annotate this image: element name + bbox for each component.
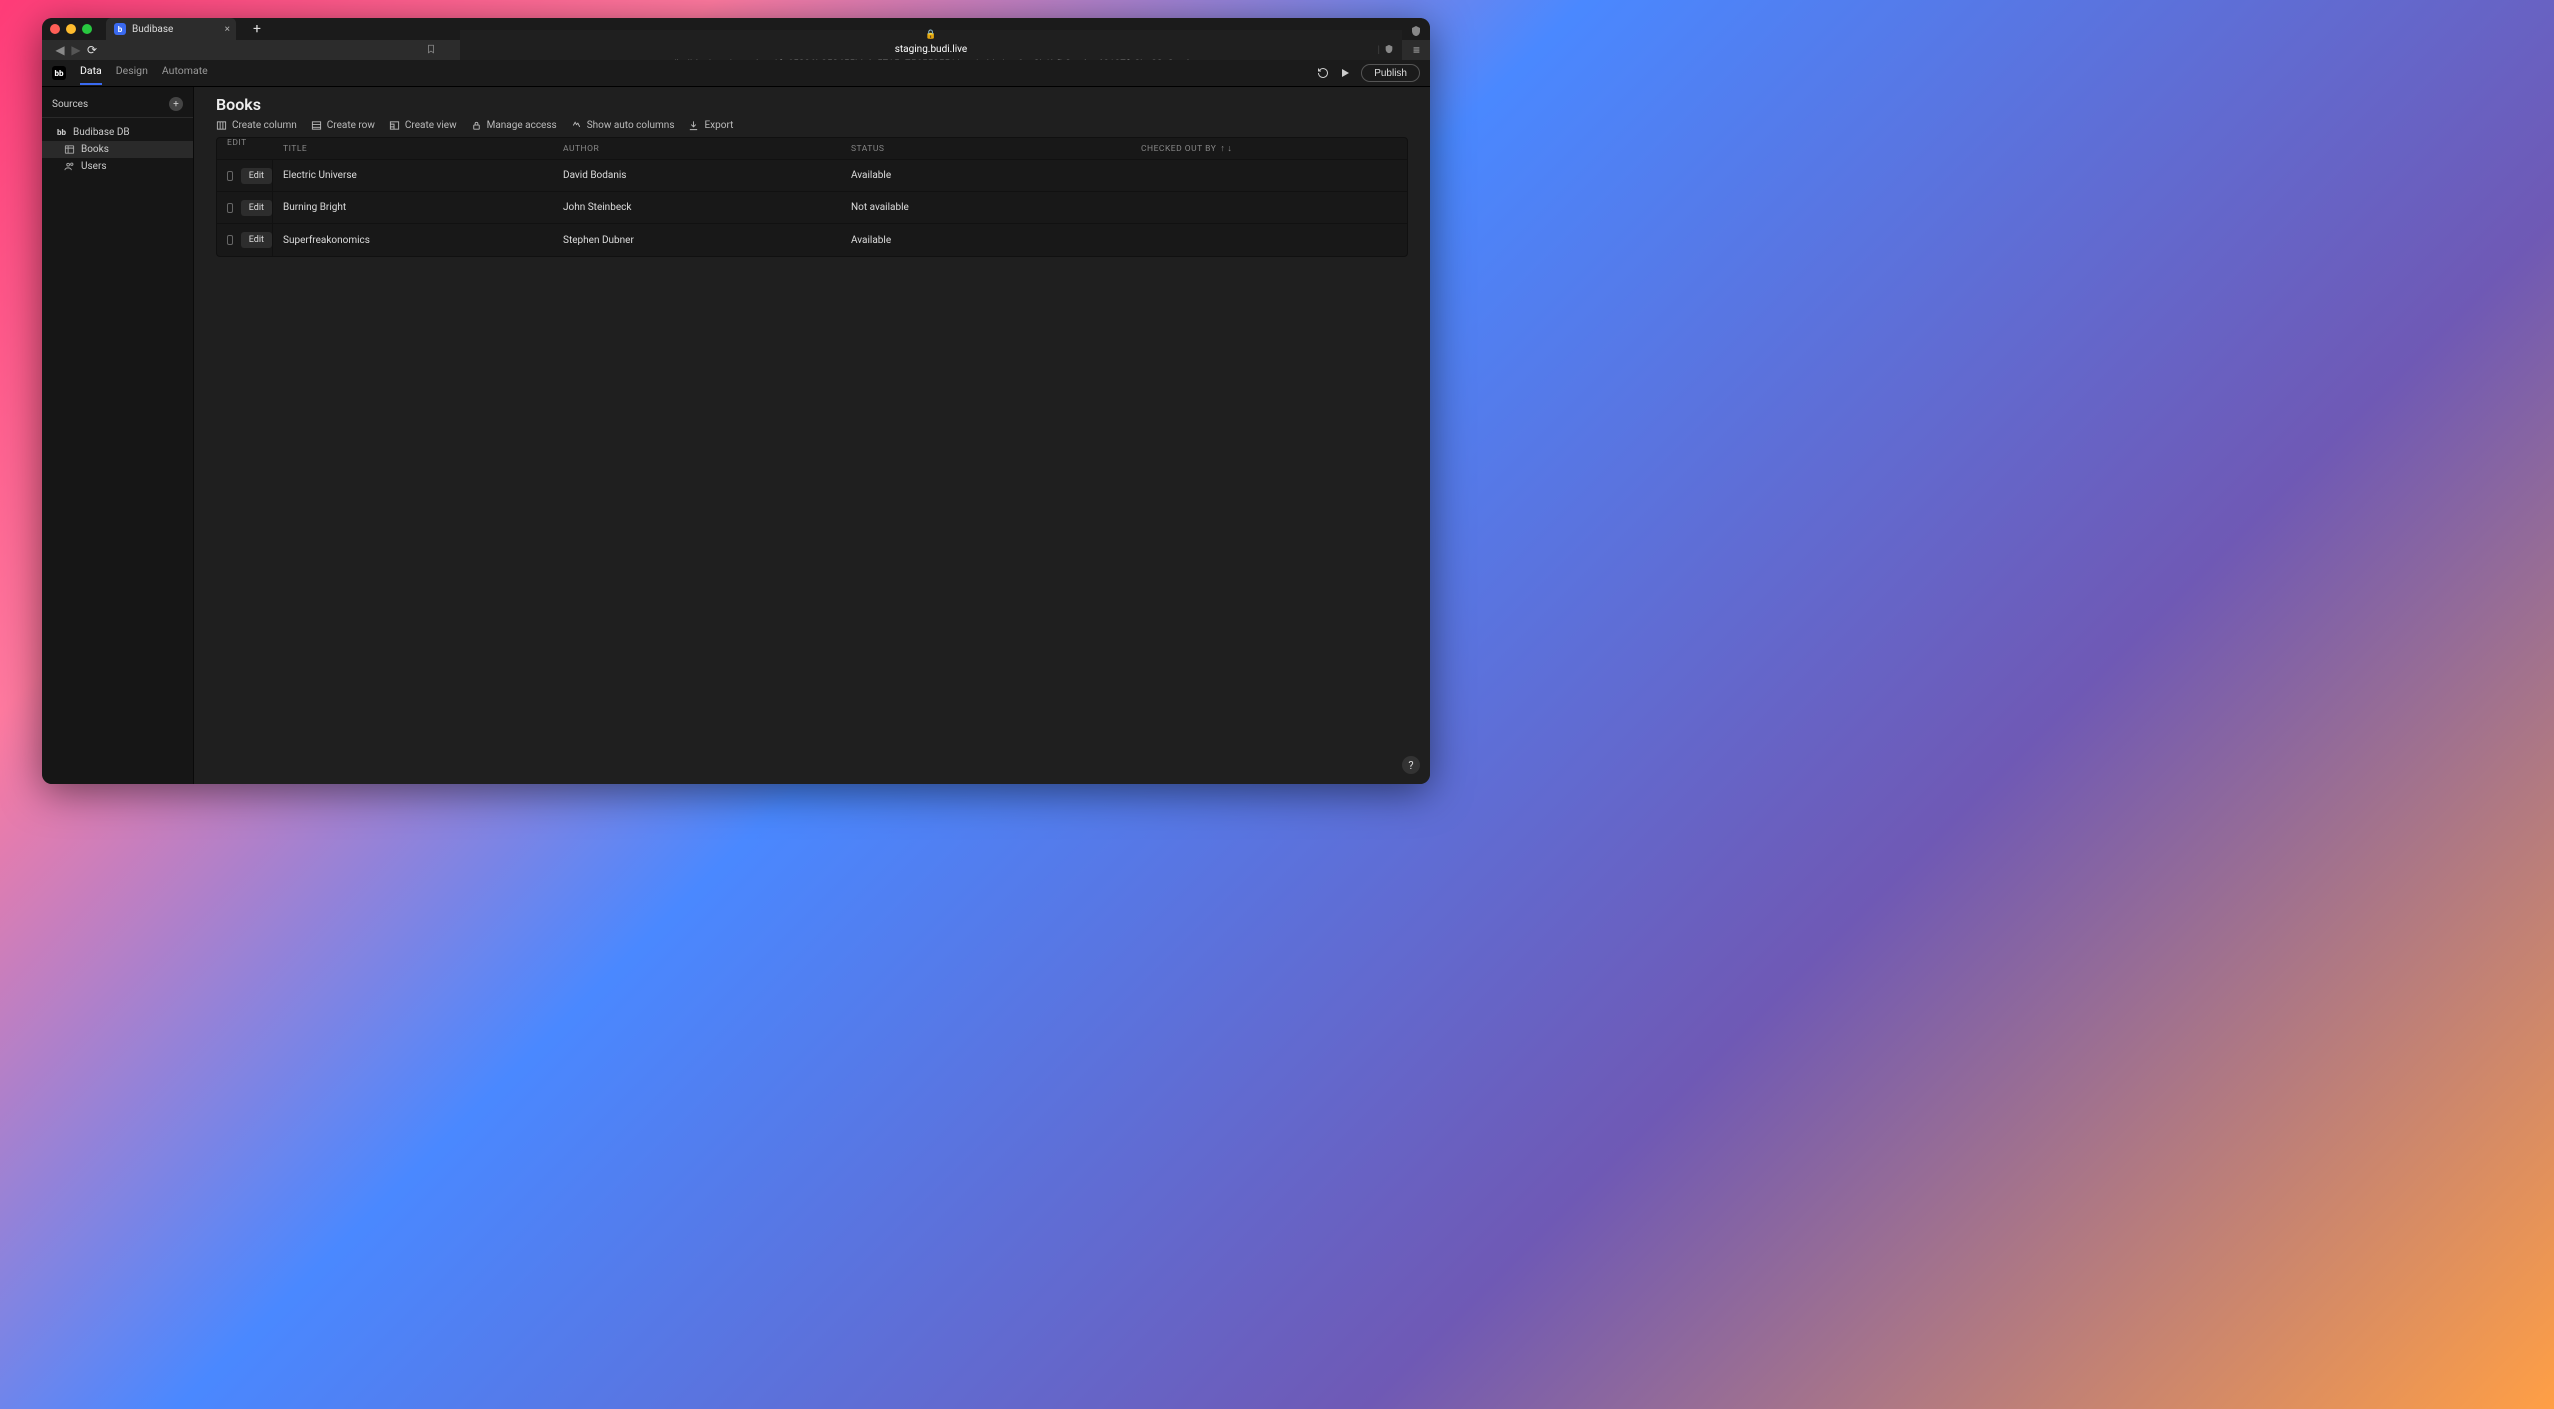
new-tab-button[interactable]: +: [248, 21, 266, 37]
users-icon: [64, 161, 75, 172]
tab-title: Budibase: [132, 24, 173, 35]
shield-extension-icon[interactable]: [1410, 22, 1422, 34]
show-auto-columns-button[interactable]: Show auto columns: [571, 120, 675, 131]
content: Books Create column Create row Create vi…: [194, 87, 1430, 784]
source-label: Budibase DB: [73, 127, 130, 138]
browser-menu-button[interactable]: ≡: [1413, 43, 1420, 57]
edit-row-button[interactable]: Edit: [241, 200, 272, 216]
cell-author: Stephen Dubner: [563, 235, 851, 246]
manage-access-button[interactable]: Manage access: [471, 120, 557, 131]
publish-button[interactable]: Publish: [1361, 64, 1420, 82]
table-label: Users: [81, 161, 107, 172]
edit-row-button[interactable]: Edit: [241, 232, 272, 248]
app-logo-icon[interactable]: bb: [52, 66, 66, 80]
data-table: Edit Title Author Status Checked out by …: [216, 137, 1408, 257]
url-host: staging.budi.live: [895, 44, 967, 55]
cell-title: Electric Universe: [273, 170, 563, 181]
create-view-button[interactable]: Create view: [389, 120, 457, 131]
table-item-books[interactable]: Books: [42, 141, 193, 158]
url-bar: ◀ ▶ ⟳ 🔒 staging.budi.live/builder/app/ap…: [42, 40, 1430, 60]
cell-title: Superfreakonomics: [273, 235, 563, 246]
col-author[interactable]: Author: [563, 144, 851, 154]
export-button[interactable]: Export: [688, 120, 733, 131]
cell-author: David Bodanis: [563, 170, 851, 181]
play-icon[interactable]: [1339, 67, 1351, 79]
create-row-button[interactable]: Create row: [311, 120, 375, 131]
favicon-icon: b: [114, 23, 126, 35]
col-title[interactable]: Title: [273, 144, 563, 154]
traffic-lights: [50, 24, 92, 34]
table-header: Edit Title Author Status Checked out by …: [217, 138, 1407, 160]
col-status[interactable]: Status: [851, 144, 1141, 154]
lock-icon: 🔒: [925, 30, 936, 40]
maximize-window-icon[interactable]: [82, 24, 92, 34]
close-tab-icon[interactable]: ×: [225, 24, 230, 35]
close-window-icon[interactable]: [50, 24, 60, 34]
sidebar: Sources + bb Budibase DB Books: [42, 87, 194, 784]
sidebar-header: Sources +: [42, 93, 193, 118]
bookmark-icon[interactable]: [420, 44, 442, 57]
nav-data[interactable]: Data: [80, 64, 102, 83]
shield-icon[interactable]: [1384, 44, 1394, 57]
forward-button[interactable]: ▶: [68, 43, 84, 57]
cell-title: Burning Bright: [273, 202, 563, 213]
cell-status: Available: [851, 235, 1141, 246]
row-checkbox[interactable]: [227, 203, 233, 213]
bb-logo-icon: bb: [56, 127, 67, 138]
nav-design[interactable]: Design: [116, 64, 148, 83]
back-button[interactable]: ◀: [52, 43, 68, 57]
help-button[interactable]: ?: [1402, 756, 1420, 774]
source-item[interactable]: bb Budibase DB: [42, 124, 193, 141]
table-label: Books: [81, 144, 109, 155]
sidebar-title: Sources: [52, 99, 88, 110]
cell-status: Available: [851, 170, 1141, 181]
table-row[interactable]: Edit Superfreakonomics Stephen Dubner Av…: [217, 224, 1407, 256]
create-column-button[interactable]: Create column: [216, 120, 297, 131]
app-nav: Data Design Automate: [80, 64, 208, 83]
reload-button[interactable]: ⟳: [84, 43, 100, 57]
table-row[interactable]: Edit Electric Universe David Bodanis Ava…: [217, 160, 1407, 192]
table-icon: [64, 144, 75, 155]
sort-up-icon: ↑: [1220, 143, 1225, 154]
row-checkbox[interactable]: [227, 235, 233, 245]
row-checkbox[interactable]: [227, 171, 233, 181]
address-field[interactable]: 🔒 staging.budi.live/builder/app/app_dev_…: [460, 41, 1402, 59]
cell-author: John Steinbeck: [563, 202, 851, 213]
browser-window: b Budibase × + ◀ ▶ ⟳ 🔒 staging.budi.live…: [42, 18, 1430, 784]
toolbar: Create column Create row Create view Man…: [194, 120, 1430, 137]
table-row[interactable]: Edit Burning Bright John Steinbeck Not a…: [217, 192, 1407, 224]
browser-tab[interactable]: b Budibase ×: [106, 18, 236, 40]
col-edit[interactable]: Edit: [217, 138, 273, 159]
cell-status: Not available: [851, 202, 1141, 213]
table-item-users[interactable]: Users: [42, 158, 193, 175]
undo-icon[interactable]: [1317, 67, 1329, 79]
edit-row-button[interactable]: Edit: [241, 168, 272, 184]
app-header: bb Data Design Automate Publish: [42, 60, 1430, 87]
minimize-window-icon[interactable]: [66, 24, 76, 34]
page-title: Books: [194, 87, 1430, 120]
col-checked-out-by[interactable]: Checked out by ↑ ↓: [1141, 143, 1291, 154]
add-source-button[interactable]: +: [169, 97, 183, 111]
sort-down-icon: ↓: [1227, 143, 1232, 154]
nav-automate[interactable]: Automate: [162, 64, 208, 83]
